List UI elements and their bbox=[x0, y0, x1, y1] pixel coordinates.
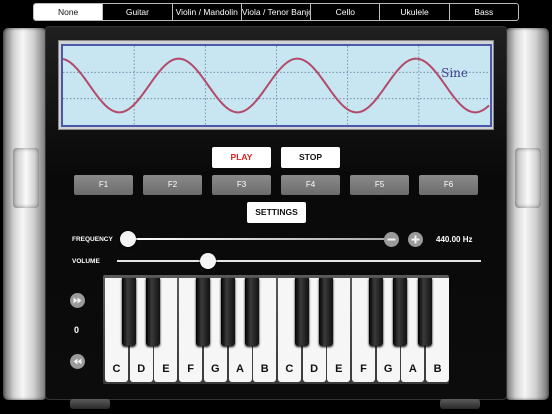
key-label: F bbox=[360, 363, 367, 375]
key-label: E bbox=[162, 363, 170, 375]
frequency-increase-button[interactable] bbox=[408, 232, 423, 247]
stop-button[interactable]: STOP bbox=[281, 147, 340, 168]
left-foot bbox=[70, 399, 110, 409]
scope-grid bbox=[63, 46, 490, 125]
key-label: C bbox=[112, 363, 121, 375]
settings-button[interactable]: SETTINGS bbox=[247, 202, 306, 223]
waveform-plot bbox=[63, 46, 490, 125]
fast-forward-icon bbox=[73, 297, 82, 304]
piano-black-key-8[interactable] bbox=[368, 278, 383, 346]
play-button[interactable]: PLAY bbox=[212, 147, 271, 168]
key-label: F bbox=[187, 363, 194, 375]
piano-black-key-5[interactable] bbox=[245, 278, 260, 346]
piano-black-key-1[interactable] bbox=[121, 278, 136, 346]
sine-waveform bbox=[63, 57, 490, 114]
volume-label: VOLUME bbox=[72, 258, 100, 265]
function-keys: F1 F2 F3 F4 F5 F6 bbox=[74, 175, 478, 195]
minus-icon bbox=[387, 238, 396, 241]
frequency-slider-thumb[interactable] bbox=[120, 231, 136, 247]
f2-button[interactable]: F2 bbox=[143, 175, 202, 195]
piano-keyboard: CDEFGABCDEFGAB bbox=[103, 275, 450, 384]
instrument-selector: None Guitar Violin / Mandolin Viola / Te… bbox=[33, 3, 519, 21]
right-foot bbox=[440, 399, 480, 409]
left-speaker-panel bbox=[3, 28, 47, 400]
f4-button[interactable]: F4 bbox=[281, 175, 340, 195]
key-label: D bbox=[137, 363, 146, 375]
f1-button[interactable]: F1 bbox=[74, 175, 133, 195]
tab-ukulele[interactable]: Ukulele bbox=[379, 4, 448, 20]
piano-black-key-4[interactable] bbox=[220, 278, 235, 346]
key-label: E bbox=[335, 363, 343, 375]
f5-button[interactable]: F5 bbox=[350, 175, 409, 195]
tab-none[interactable]: None bbox=[34, 4, 103, 20]
key-label: B bbox=[433, 363, 442, 375]
tab-cello[interactable]: Cello bbox=[310, 4, 379, 20]
key-label: C bbox=[285, 363, 294, 375]
volume-slider-thumb[interactable] bbox=[200, 253, 216, 269]
f3-button[interactable]: F3 bbox=[212, 175, 271, 195]
key-label: A bbox=[408, 363, 417, 375]
tab-violin-mandolin[interactable]: Violin / Mandolin bbox=[171, 4, 241, 20]
left-panel-notch bbox=[13, 148, 39, 208]
key-label: G bbox=[211, 363, 220, 375]
frequency-slider-track[interactable] bbox=[128, 238, 386, 240]
tab-guitar[interactable]: Guitar bbox=[102, 4, 171, 20]
waveform-label: Sine bbox=[441, 66, 468, 80]
piano-black-key-7[interactable] bbox=[319, 278, 334, 346]
piano-black-key-10[interactable] bbox=[418, 278, 433, 346]
rewind-icon bbox=[73, 358, 82, 365]
tab-viola-tenor-banjo[interactable]: Viola / Tenor Banjo bbox=[240, 4, 310, 20]
key-label: A bbox=[236, 363, 244, 375]
frequency-readout: 440.00 Hz bbox=[436, 235, 473, 244]
oscilloscope-display: Sine bbox=[61, 44, 492, 127]
octave-value: 0 bbox=[74, 325, 80, 335]
f6-button[interactable]: F6 bbox=[419, 175, 478, 195]
piano-black-key-2[interactable] bbox=[146, 278, 161, 346]
tab-bass[interactable]: Bass bbox=[448, 4, 518, 20]
frequency-label: FREQUENCY bbox=[72, 236, 113, 243]
key-label: G bbox=[383, 363, 393, 375]
piano-black-key-3[interactable] bbox=[195, 278, 210, 346]
right-panel-notch bbox=[515, 148, 541, 208]
piano-black-key-6[interactable] bbox=[294, 278, 309, 346]
key-label: B bbox=[260, 363, 269, 375]
piano-black-key-9[interactable] bbox=[393, 278, 408, 346]
octave-down-button[interactable] bbox=[70, 354, 85, 369]
plus-icon bbox=[411, 235, 420, 244]
key-label: D bbox=[310, 363, 319, 375]
volume-slider-track[interactable] bbox=[117, 260, 481, 262]
right-speaker-panel bbox=[505, 28, 549, 400]
frequency-decrease-button[interactable] bbox=[384, 232, 399, 247]
octave-up-button[interactable] bbox=[70, 293, 85, 308]
